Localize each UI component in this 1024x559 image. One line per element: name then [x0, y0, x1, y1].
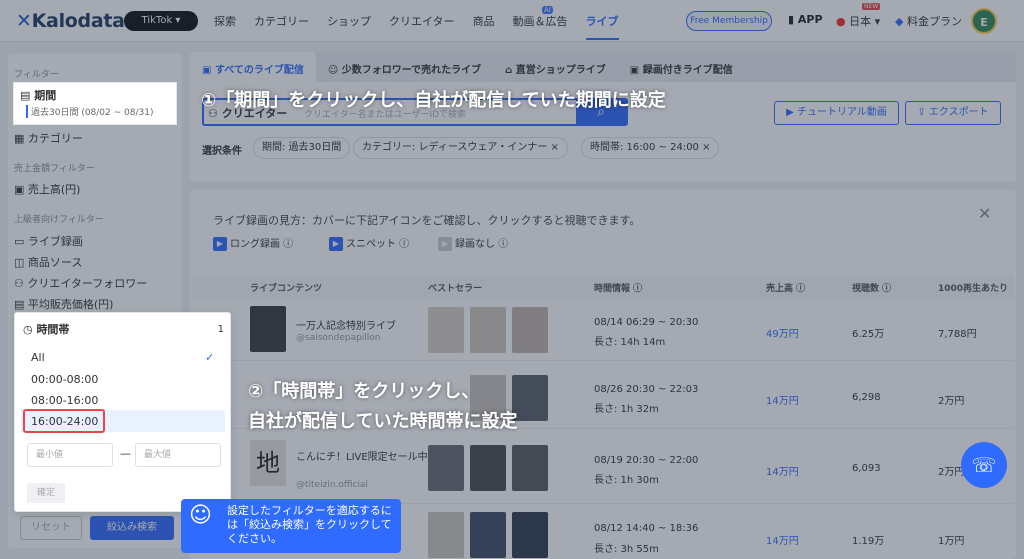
option-00-08[interactable]: 00:00-08:00: [31, 373, 98, 386]
min-time-input[interactable]: 最小値: [27, 443, 113, 467]
step1-annotation: ①「期間」をクリックし、自社が配信していた期間に設定: [201, 90, 666, 111]
tooltip-text: 設定したフィルターを適応するには「絞込み検索」をクリックしてください。: [227, 504, 392, 545]
selected-count: 1: [217, 324, 224, 335]
range-dash: —: [120, 447, 131, 460]
time-slot-label: 時間帯: [36, 323, 70, 336]
check-icon: ✓: [205, 351, 215, 364]
highlight-box: [23, 409, 105, 433]
option-08-16[interactable]: 08:00-16:00: [31, 394, 98, 407]
period-label: 期間: [34, 89, 57, 102]
max-time-input[interactable]: 最大値: [135, 443, 221, 467]
option-all[interactable]: All: [31, 351, 45, 364]
period-filter-title: ▤ 期間: [20, 87, 56, 103]
step2-annotation: ②「時間帯」をクリックし、 自社が配信していた時間帯に設定: [248, 377, 517, 437]
support-chat-icon[interactable]: ☏: [961, 442, 1007, 488]
person-icon: ☺: [189, 503, 212, 528]
period-value: 過去30日間 (08/02 ~ 08/31): [26, 105, 153, 118]
clock-icon: ◷: [23, 323, 37, 336]
calendar-icon: ▤: [20, 89, 35, 102]
time-slot-title: ◷ 時間帯: [23, 321, 69, 337]
step2-line1: ②「時間帯」をクリックし、: [248, 381, 480, 402]
time-slot-dropdown: ◷ 時間帯 1 All ✓ 00:00-08:00 08:00-16:00 16…: [14, 312, 231, 512]
step2-line2: 自社が配信していた時間帯に設定: [248, 411, 518, 432]
period-filter[interactable]: ▤ 期間 過去30日間 (08/02 ~ 08/31): [14, 83, 176, 124]
confirm-button[interactable]: 確定: [27, 483, 65, 503]
apply-filter-tooltip: ☺ 設定したフィルターを適応するには「絞込み検索」をクリックしてください。: [181, 499, 401, 553]
